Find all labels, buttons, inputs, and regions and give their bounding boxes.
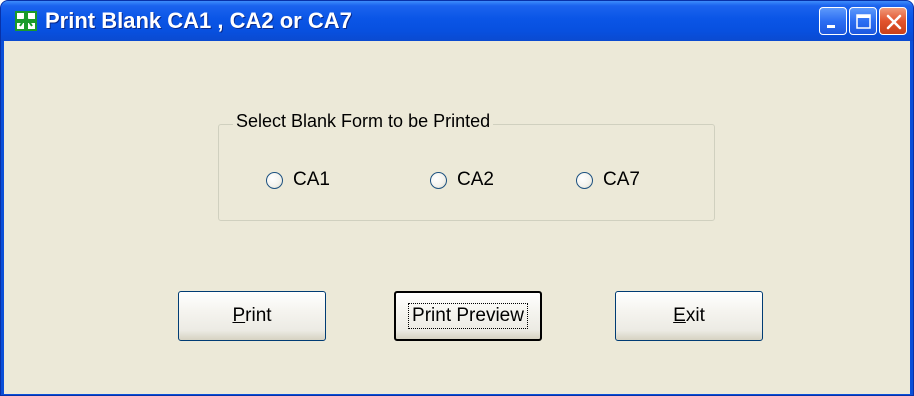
print-preview-button[interactable]: Print Preview: [394, 291, 542, 341]
exit-button[interactable]: Exit: [615, 291, 763, 341]
print-button[interactable]: Print: [178, 291, 326, 341]
radio-ca7[interactable]: CA7: [576, 169, 640, 191]
radio-button-circle[interactable]: [266, 171, 283, 189]
radio-label-ca2[interactable]: CA2: [457, 169, 494, 191]
print-preview-label: Print Preview: [408, 303, 528, 329]
minimize-icon: [827, 25, 835, 28]
dialog-window: Print Blank CA1 , CA2 or CA7 Select Blan…: [0, 0, 914, 396]
minimize-button[interactable]: [819, 7, 847, 35]
maximize-icon: [856, 14, 871, 29]
groupbox-legend: Select Blank Form to be Printed: [233, 111, 494, 132]
title-bar[interactable]: Print Blank CA1 , CA2 or CA7: [1, 1, 913, 41]
green-cross-icon: [15, 11, 37, 31]
radio-ca2[interactable]: CA2: [430, 169, 494, 191]
close-icon: [886, 14, 902, 30]
maximize-button[interactable]: [849, 7, 877, 35]
print-label-rest: rint: [245, 305, 272, 326]
exit-mnemonic: E: [673, 305, 686, 326]
radio-button-circle[interactable]: [576, 171, 593, 189]
exit-label-rest: xit: [685, 305, 705, 326]
window-title: Print Blank CA1 , CA2 or CA7: [45, 8, 352, 33]
radio-button-circle[interactable]: [430, 171, 447, 189]
close-button[interactable]: [879, 7, 907, 35]
print-mnemonic: P: [232, 305, 246, 326]
radio-label-ca1[interactable]: CA1: [293, 169, 330, 191]
radio-ca1[interactable]: CA1: [266, 169, 330, 191]
radio-label-ca7[interactable]: CA7: [603, 169, 640, 191]
dialog-client-area: Select Blank Form to be Printed CA1 CA2 …: [4, 41, 910, 394]
